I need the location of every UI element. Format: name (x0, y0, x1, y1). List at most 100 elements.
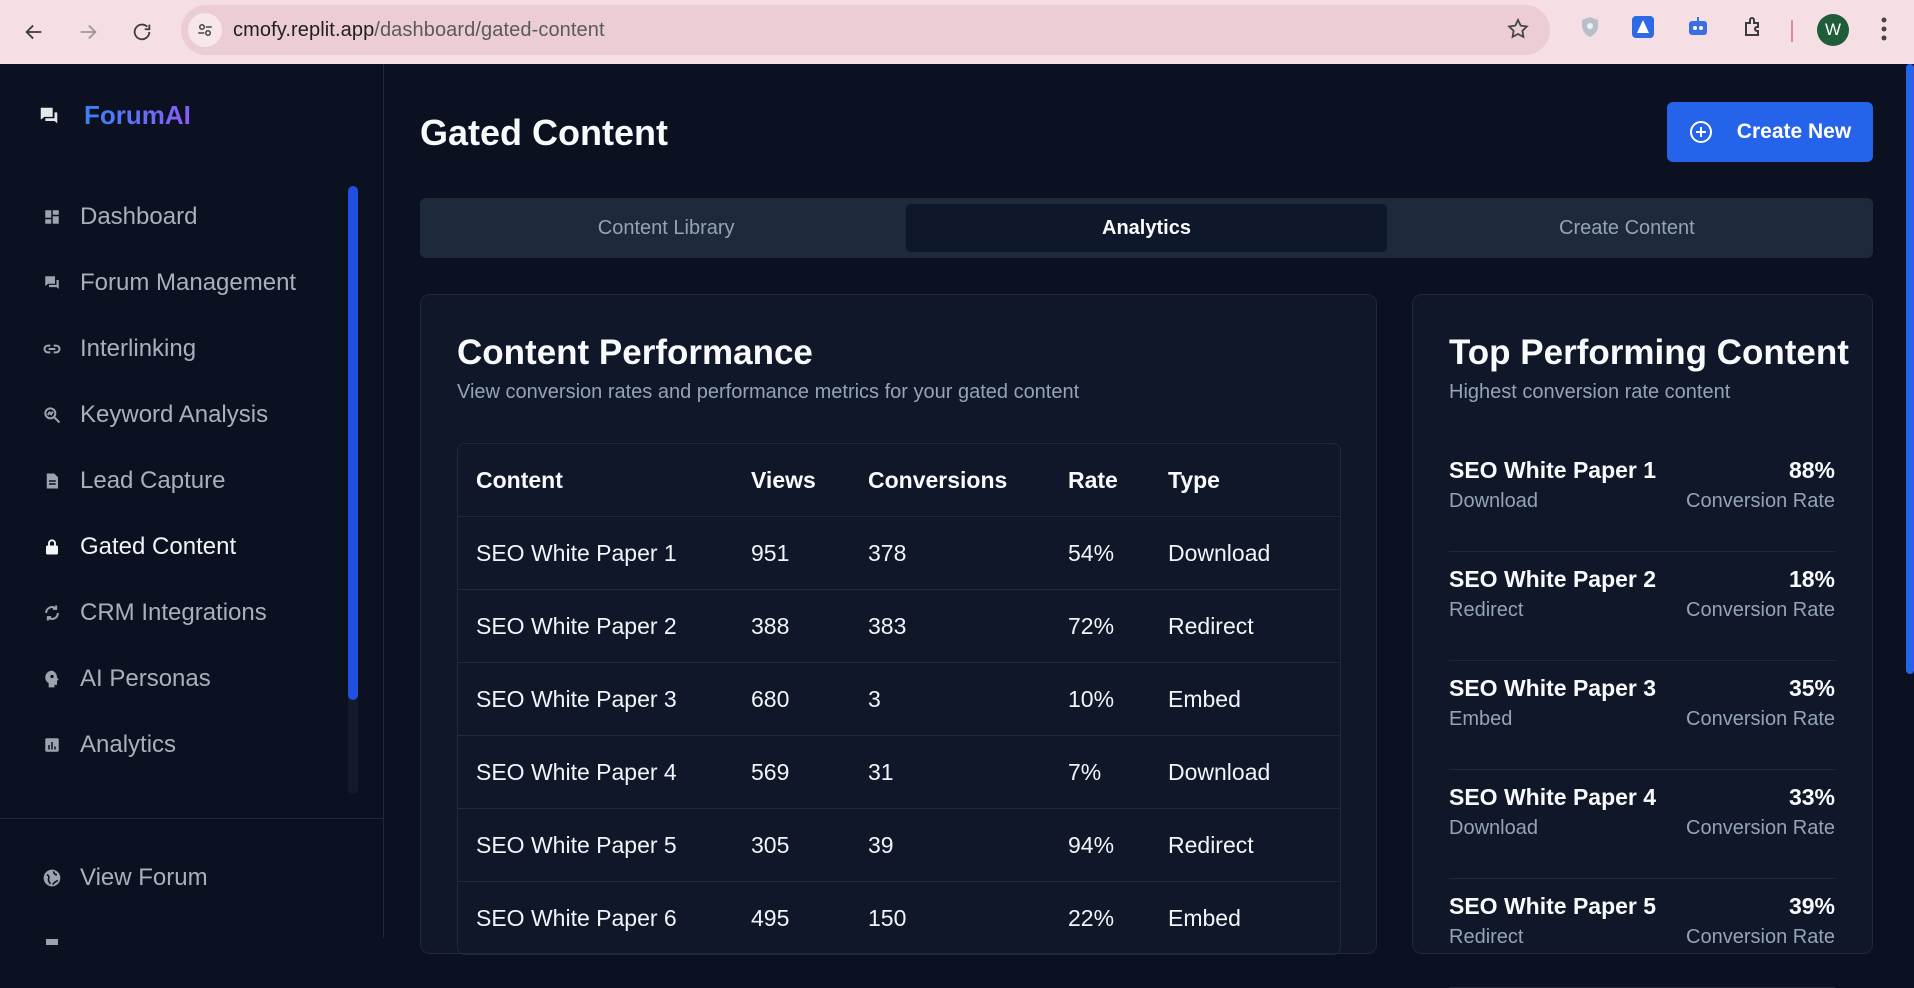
browser-menu-icon[interactable] (1880, 16, 1888, 47)
list-item[interactable]: SEO White Paper 1 88% Download Conversio… (1449, 443, 1835, 552)
sidebar-item-interlinking[interactable]: Interlinking (0, 316, 350, 382)
item-name: SEO White Paper 2 (1449, 566, 1657, 592)
item-type: Download (1449, 817, 1538, 839)
item-rate-label: Conversion Rate (1686, 817, 1835, 839)
sidebar-item-forum-management[interactable]: Forum Management (0, 250, 350, 316)
item-rate: 88% (1788, 457, 1835, 483)
item-name: SEO White Paper 3 (1449, 675, 1657, 701)
sidebar-item-lead-capture[interactable]: Lead Capture (0, 448, 350, 514)
item-rate: 33% (1788, 784, 1835, 810)
cell-conversions: 39 (868, 831, 894, 858)
search-chart-icon (42, 405, 62, 425)
back-icon[interactable] (14, 12, 54, 52)
column-header-type[interactable]: Type (1168, 467, 1340, 494)
table-row[interactable]: SEO White Paper 4 569 31 7% Download (458, 735, 1340, 808)
card-title: Top Performing Content (1449, 333, 1849, 372)
sidebar-item-analytics[interactable]: Analytics (0, 712, 350, 778)
forward-icon[interactable] (68, 12, 108, 52)
sidebar-nav: Dashboard Forum Management Interlinking … (0, 184, 350, 778)
sync-icon (42, 603, 62, 623)
cell-type: Embed (1168, 904, 1241, 931)
table-row[interactable]: SEO White Paper 1 951 378 54% Download (458, 516, 1340, 589)
item-name: SEO White Paper 1 (1449, 457, 1657, 483)
forum-icon (42, 273, 62, 293)
shield-extension-icon[interactable] (1577, 14, 1603, 40)
address-bar[interactable]: cmofy.replit.app/dashboard/gated-content (181, 5, 1550, 55)
create-new-label: Create New (1736, 120, 1852, 143)
column-header-views[interactable]: Views (751, 467, 868, 494)
card-subtitle: View conversion rates and performance me… (457, 381, 1080, 403)
cell-content: SEO White Paper 4 (476, 758, 677, 785)
sidebar-item-dashboard[interactable]: Dashboard (0, 184, 350, 250)
tab-analytics[interactable]: Analytics (906, 204, 1387, 252)
column-header-rate[interactable]: Rate (1068, 467, 1168, 494)
brand-name: ForumAI (84, 100, 191, 130)
content-performance-card: Content Performance View conversion rate… (420, 294, 1377, 955)
url-text: cmofy.replit.app/dashboard/gated-content (233, 18, 605, 41)
item-rate: 39% (1788, 893, 1835, 919)
sidebar-item-label: Analytics (80, 731, 177, 758)
sidebar-item-gated-content[interactable]: Gated Content (0, 514, 350, 580)
card-subtitle: Highest conversion rate content (1449, 381, 1731, 403)
column-header-content[interactable]: Content (458, 467, 751, 494)
cell-views: 388 (751, 612, 790, 639)
document-icon (42, 471, 62, 491)
list-item[interactable]: SEO White Paper 2 18% Redirect Conversio… (1449, 552, 1835, 661)
cell-content: SEO White Paper 5 (476, 831, 677, 858)
cell-content: SEO White Paper 1 (476, 539, 677, 566)
cell-conversions: 150 (868, 904, 907, 931)
sidebar-item-label: Gated Content (80, 533, 237, 560)
table-row[interactable]: SEO White Paper 3 680 3 10% Embed (458, 662, 1340, 735)
sidebar-item-label: CRM Integrations (80, 599, 267, 626)
logout-icon[interactable] (42, 932, 62, 945)
table-row[interactable]: SEO White Paper 6 495 150 22% Embed (458, 881, 1340, 954)
tab-create-content[interactable]: Create Content (1387, 204, 1867, 252)
sidebar-item-keyword-analysis[interactable]: Keyword Analysis (0, 382, 350, 448)
sidebar-item-view-forum[interactable]: View Forum (0, 845, 384, 911)
list-item[interactable]: SEO White Paper 5 39% Redirect Conversio… (1449, 879, 1835, 988)
cell-type: Download (1168, 758, 1271, 785)
item-rate: 18% (1788, 566, 1835, 592)
main-content: Gated Content Create New Content Library… (385, 64, 1914, 988)
column-header-conversions[interactable]: Conversions (868, 467, 1068, 494)
sidebar-scrollbar-thumb[interactable] (348, 186, 358, 700)
sidebar-item-label: Dashboard (80, 203, 198, 230)
tab-bar: Content Library Analytics Create Content (420, 198, 1873, 258)
tab-content-library[interactable]: Content Library (426, 204, 906, 252)
cell-rate: 94% (1068, 831, 1115, 858)
cell-conversions: 378 (868, 539, 907, 566)
item-name: SEO White Paper 5 (1449, 893, 1657, 919)
cell-conversions: 3 (868, 685, 881, 712)
table-row[interactable]: SEO White Paper 2 388 383 72% Redirect (458, 589, 1340, 662)
page-scrollbar[interactable] (1906, 64, 1914, 674)
cell-views: 680 (751, 685, 790, 712)
sidebar-item-ai-personas[interactable]: AI Personas (0, 646, 350, 712)
plus-circle-icon (1689, 120, 1713, 144)
create-new-button[interactable]: Create New (1667, 102, 1873, 162)
bookmark-star-icon[interactable] (1506, 17, 1530, 46)
card-title: Content Performance (457, 333, 813, 372)
triangle-extension-icon[interactable] (1630, 14, 1656, 40)
item-rate: 35% (1788, 675, 1835, 701)
reload-icon[interactable] (122, 12, 162, 52)
item-name: SEO White Paper 4 (1449, 784, 1657, 810)
browser-toolbar: cmofy.replit.app/dashboard/gated-content… (0, 0, 1914, 64)
robot-extension-icon[interactable] (1685, 14, 1711, 40)
extensions-puzzle-icon[interactable] (1740, 14, 1766, 40)
table-row[interactable]: SEO White Paper 5 305 39 94% Redirect (458, 808, 1340, 881)
sidebar-item-label: Keyword Analysis (80, 401, 269, 428)
sidebar-item-crm-integrations[interactable]: CRM Integrations (0, 580, 350, 646)
lock-icon (42, 537, 62, 557)
sidebar-scrollbar[interactable] (348, 186, 358, 794)
brand[interactable]: ForumAI (38, 100, 191, 131)
item-type: Embed (1449, 708, 1513, 730)
list-item[interactable]: SEO White Paper 4 33% Download Conversio… (1449, 770, 1835, 879)
toolbar-divider (1791, 20, 1793, 42)
site-info-icon[interactable] (188, 13, 222, 47)
page-title: Gated Content (420, 112, 668, 153)
profile-avatar[interactable]: W (1817, 14, 1849, 46)
performance-table: Content Views Conversions Rate Type SEO … (457, 443, 1341, 955)
list-item[interactable]: SEO White Paper 3 35% Embed Conversion R… (1449, 661, 1835, 770)
cell-type: Redirect (1168, 831, 1254, 858)
globe-icon (42, 868, 62, 888)
